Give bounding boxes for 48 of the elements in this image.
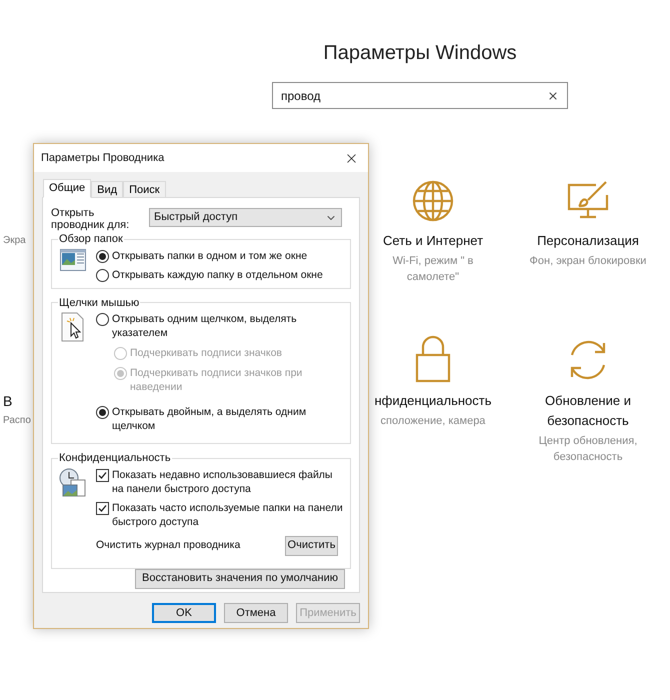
settings-title: Параметры Windows xyxy=(323,41,517,66)
tile-subtitle: Фон, экран блокировки xyxy=(528,254,648,269)
tile-subtitle: Экра xyxy=(3,234,26,248)
tile-subtitle: сположение, камера xyxy=(380,414,486,429)
restore-defaults-button[interactable]: Восстановить значения по умолчанию xyxy=(134,568,345,588)
open-for-label: Открыть проводник для: xyxy=(51,207,130,231)
dialog-button[interactable]: OK xyxy=(152,603,216,623)
option-label: Открывать папки в одном и том же окне xyxy=(112,248,308,262)
group-title: Конфиденциальность xyxy=(58,451,172,466)
clock-documents-icon xyxy=(59,468,87,498)
document-cursor-icon xyxy=(61,312,85,342)
option-label: Подчеркивать подписи значков при наведении xyxy=(130,366,304,394)
tile-subtitle: Распо xyxy=(3,414,31,428)
tile-title[interactable]: Персонализация xyxy=(523,231,653,251)
tile-subtitle: Wi-Fi, режим " в самолете" xyxy=(392,254,474,285)
radio-button[interactable] xyxy=(96,268,109,282)
dialog-title: Параметры Проводника xyxy=(41,150,164,166)
group-title: Щелчки мышью xyxy=(58,296,140,310)
tab[interactable]: Вид xyxy=(91,181,124,198)
option-label: Показать часто используемые папки на панели быстрого доступа xyxy=(112,500,344,528)
clear-icon[interactable] xyxy=(547,90,559,102)
clear-history-label: Очистить журнал проводника xyxy=(96,538,240,553)
tile-title[interactable]: нфиденциальность xyxy=(368,391,498,411)
radio-button[interactable] xyxy=(96,406,109,419)
open-for-dropdown[interactable]: Быстрый доступ xyxy=(149,208,342,227)
option-label: Открывать двойным, а выделять одним щелчком xyxy=(112,405,308,433)
dialog-button[interactable]: Отмена xyxy=(224,603,288,623)
checkbox[interactable] xyxy=(96,502,109,514)
radio-button[interactable] xyxy=(96,250,109,262)
tab[interactable]: Общие xyxy=(43,179,92,198)
tab[interactable]: Поиск xyxy=(123,181,166,198)
tile-title[interactable]: Обновление и безопасность xyxy=(523,391,653,431)
radio-button[interactable] xyxy=(96,313,109,326)
tile-title[interactable]: Сеть и Интернет xyxy=(368,231,498,251)
option-label: Показать недавно использовавшиеся файлы на панели быстрого доступа xyxy=(112,468,334,496)
option-label: Подчеркивать подписи значков xyxy=(130,346,282,360)
checkbox[interactable] xyxy=(96,468,109,482)
globe-icon xyxy=(411,179,455,223)
search-input[interactable]: провод xyxy=(281,86,539,104)
group-title: Обзор папок xyxy=(58,232,124,247)
window-picture-icon xyxy=(60,248,86,270)
lock-icon xyxy=(413,335,453,383)
search-field[interactable]: провод xyxy=(272,82,568,109)
tile-subtitle: Центр обновления, безопасность xyxy=(538,434,638,465)
tile-title: В xyxy=(3,392,12,411)
option-label: Открывать одним щелчком, выделять указателем xyxy=(112,312,298,340)
option-label: Открывать каждую папку в отдельном окне xyxy=(112,268,323,282)
clear-button[interactable]: Очистить xyxy=(285,536,338,556)
